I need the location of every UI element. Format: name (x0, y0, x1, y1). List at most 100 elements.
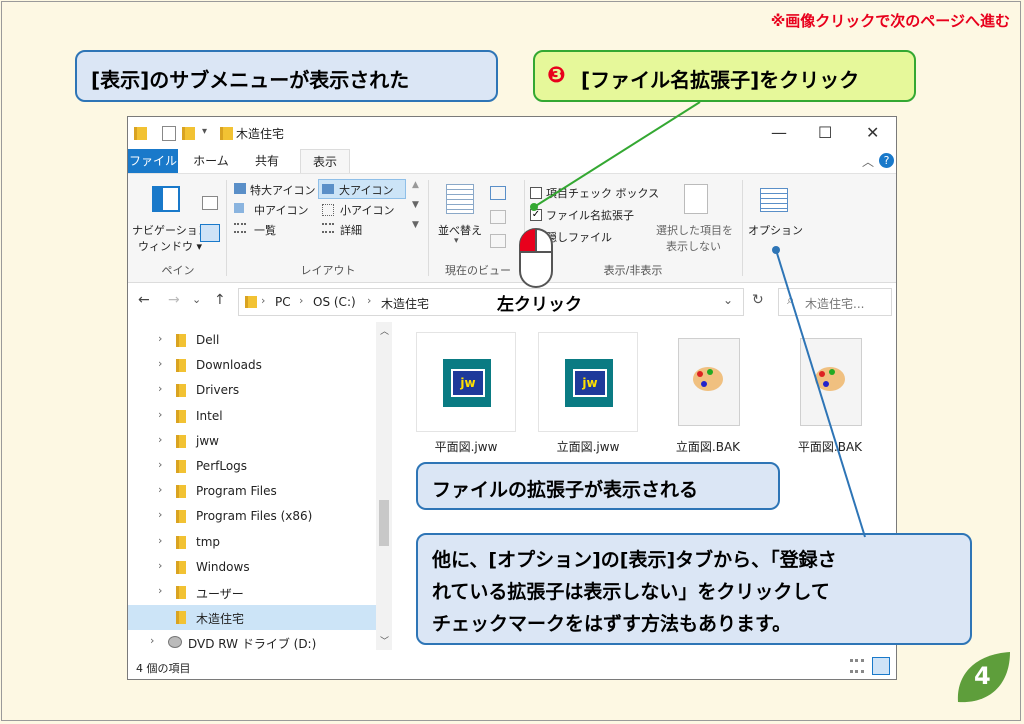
hide-selected-button[interactable]: 選択した項目を 表示しない (652, 178, 738, 258)
breadcrumb-drive[interactable]: OS (C:) (313, 295, 356, 309)
jww-icon: jw (443, 359, 491, 407)
sort-by-button[interactable]: 並べ替え ▾ (434, 178, 484, 258)
layout-small[interactable]: 小アイコン (318, 200, 406, 218)
next-page-note[interactable]: ※画像クリックで次のページへ進む (771, 10, 1010, 31)
sidebar-item[interactable]: › ユーザー (128, 580, 376, 605)
chevron-right-icon[interactable]: › (150, 634, 154, 647)
tab-share[interactable]: 共有 (242, 149, 292, 173)
help-icon[interactable]: ? (879, 153, 894, 168)
breadcrumb-folder[interactable]: 木造住宅 (381, 295, 429, 312)
search-icon: ⌕ (787, 293, 795, 308)
sidebar-item[interactable]: › Intel (128, 404, 376, 429)
file-item[interactable]: jw 立面図.jww (538, 332, 638, 454)
folder-icon (176, 409, 186, 423)
address-dropdown-icon[interactable]: ⌄ (723, 293, 733, 307)
refresh-icon[interactable]: ↻ (752, 292, 764, 308)
sidebar-item[interactable]: 木造住宅 (128, 605, 376, 631)
maximize-icon[interactable]: ☐ (818, 123, 832, 142)
scroll-up-icon[interactable]: ︿ (380, 324, 389, 337)
item-checkbox-option[interactable]: 項目チェック ボックス (528, 184, 660, 202)
details-pane-icon[interactable] (200, 224, 220, 242)
file-item[interactable]: 立面図.BAK (658, 332, 758, 454)
close-icon[interactable]: ✕ (866, 123, 879, 142)
jww-icon: jw (565, 359, 613, 407)
layout-details[interactable]: 詳細 (318, 220, 406, 238)
sidebar-item[interactable]: › Program Files (x86) (128, 504, 376, 529)
details-view-icon[interactable] (850, 659, 864, 673)
tab-home[interactable]: ホーム (184, 149, 238, 173)
navigation-pane-button[interactable]: ナビゲーション ウィンドウ ▾ (132, 178, 209, 258)
item-checkbox-label: 項目チェック ボックス (546, 187, 660, 200)
layout-scroll-down-icon[interactable]: ▼ (412, 200, 419, 210)
preview-pane-icon[interactable] (202, 196, 218, 210)
sort-by-label: 並べ替え (438, 224, 482, 237)
separator (428, 180, 429, 276)
chevron-right-icon[interactable]: › (158, 408, 162, 421)
add-columns-icon[interactable] (490, 210, 506, 224)
options-button[interactable]: オプション (746, 178, 803, 258)
layout-scroll-up-icon[interactable]: ▲ (412, 180, 419, 190)
chevron-right-icon[interactable]: › (158, 559, 162, 572)
page-number: 4 (974, 662, 991, 690)
file-extension-label: ファイル名拡張子 (546, 209, 634, 222)
chevron-right-icon[interactable]: › (158, 483, 162, 496)
chevron-right-icon[interactable]: › (158, 433, 162, 446)
layout-extra-large[interactable]: 特大アイコン (232, 180, 318, 198)
sidebar-item[interactable]: › tmp (128, 530, 376, 555)
hide-selected-label-1: 選択した項目を (656, 224, 733, 237)
callout-extension-shown: ファイルの拡張子が表示される (416, 462, 780, 510)
separator (742, 180, 743, 276)
layout-large-label: 大アイコン (339, 184, 394, 197)
breadcrumb-pc[interactable]: PC (275, 295, 291, 309)
file-item[interactable]: 平面図.BAK (780, 332, 880, 454)
tab-view[interactable]: 表示 (300, 149, 350, 173)
file-extension-checkbox[interactable]: ✓ (530, 209, 542, 221)
layout-list[interactable]: 一覧 (232, 220, 318, 238)
chevron-right-icon[interactable]: › (158, 458, 162, 471)
sidebar-item[interactable]: › DVD RW ドライブ (D:) (128, 630, 376, 655)
collapse-ribbon-icon[interactable]: ︿ (862, 153, 874, 170)
properties-icon[interactable] (162, 126, 176, 141)
large-icons-view-icon[interactable] (872, 657, 890, 675)
file-name: 平面図.BAK (797, 440, 863, 454)
sidebar-item[interactable]: › Windows (128, 555, 376, 580)
new-folder-icon[interactable] (182, 127, 195, 140)
sidebar-item[interactable]: › Program Files (128, 479, 376, 504)
forward-icon[interactable]: → (168, 292, 180, 308)
chevron-right-icon[interactable]: › (158, 357, 162, 370)
back-icon[interactable]: ← (138, 292, 150, 308)
sidebar-item[interactable]: › PerfLogs (128, 454, 376, 479)
sidebar-item[interactable]: › Dell (128, 328, 376, 353)
up-icon[interactable]: ↑ (214, 292, 226, 308)
layout-more-icon[interactable]: ▼ (412, 220, 419, 230)
ribbon-view: ナビゲーション ウィンドウ ▾ ペイン 特大アイコン 大アイコン 中アイコン 小… (128, 174, 896, 283)
group-by-icon[interactable] (490, 186, 506, 200)
file-item[interactable]: jw 平面図.jww (416, 332, 516, 454)
minimize-icon[interactable]: — (771, 123, 787, 142)
nav-scrollbar[interactable]: ︿ ﹀ (376, 322, 392, 650)
size-columns-icon[interactable] (490, 234, 506, 248)
address-bar[interactable]: › PC › OS (C:) › 木造住宅 ⌄ (238, 288, 744, 316)
sidebar-item[interactable]: › Drivers (128, 378, 376, 403)
chevron-right-icon[interactable]: › (158, 332, 162, 345)
recent-locations-icon[interactable]: ⌄ (192, 293, 201, 306)
layout-medium[interactable]: 中アイコン (232, 200, 318, 218)
item-checkbox-box[interactable] (530, 187, 542, 199)
quick-access-folder-icon[interactable] (134, 127, 147, 140)
chevron-right-icon[interactable]: › (158, 584, 162, 597)
chevron-right-icon[interactable]: › (158, 508, 162, 521)
sidebar-item-label: ユーザー (196, 587, 244, 601)
chevron-right-icon[interactable]: › (158, 534, 162, 547)
file-extension-option[interactable]: ✓ ファイル名拡張子 (528, 206, 658, 224)
sidebar-item[interactable]: › jww (128, 429, 376, 454)
options-icon (760, 188, 788, 212)
tab-file[interactable]: ファイル (128, 149, 178, 173)
sidebar-item[interactable]: › Downloads (128, 353, 376, 378)
scroll-down-icon[interactable]: ﹀ (380, 634, 389, 647)
chevron-right-icon[interactable]: › (158, 382, 162, 395)
customize-qat-icon[interactable]: ▾ (202, 126, 207, 137)
layout-large[interactable]: 大アイコン (318, 179, 406, 199)
scroll-thumb[interactable] (379, 500, 389, 546)
search-box[interactable]: ⌕ 木造住宅... (778, 288, 892, 316)
folder-icon (176, 560, 186, 574)
